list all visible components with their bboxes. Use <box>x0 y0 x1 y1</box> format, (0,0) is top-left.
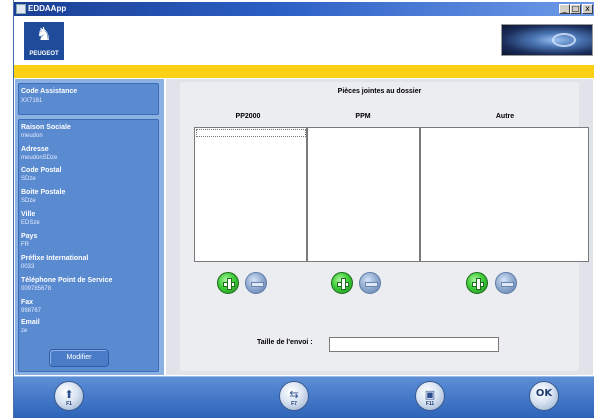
f11-label: F11 <box>425 401 435 407</box>
field-label: Téléphone Point de Service <box>21 277 113 284</box>
field-value: 0033 <box>21 264 35 270</box>
dealer-info-panel: Raison Sociale meudon Adresse meudonSDze… <box>18 119 159 372</box>
add-autre-button[interactable] <box>466 272 488 294</box>
f7-button[interactable]: ⇆ F7 <box>279 381 309 411</box>
content-area: Code Assistance XX7161 Raison Sociale me… <box>14 78 594 376</box>
field-label: Pays <box>21 233 38 240</box>
field-label: Préfixe International <box>21 255 89 262</box>
remove-autre-button[interactable] <box>495 272 517 294</box>
field-label: Code Postal <box>21 167 62 174</box>
field-label: Email <box>21 319 40 326</box>
ok-button[interactable]: OK <box>529 381 559 411</box>
accent-bar <box>14 65 594 78</box>
field-value: meudon <box>21 133 43 139</box>
document-swap-icon: ⇆ <box>289 388 299 401</box>
field-label: Adresse <box>21 146 49 153</box>
app-window: EDDAApp _ □ x ♞ PEUGEOT Code Assistance … <box>13 0 594 418</box>
f1-button[interactable]: ⬆ F1 <box>54 381 84 411</box>
sidebar: Code Assistance XX7161 Raison Sociale me… <box>15 79 164 375</box>
minimize-button[interactable]: _ <box>559 4 570 14</box>
field-value: ze <box>21 328 28 334</box>
title-bar[interactable]: EDDAApp _ □ x <box>14 2 594 16</box>
field-value: 009785678 <box>21 286 52 292</box>
code-assistance-value: XX7161 <box>21 98 43 104</box>
modify-button[interactable]: Modifier <box>49 349 109 367</box>
column-title-pp2000: PP2000 <box>235 113 261 120</box>
remove-ppm-button[interactable] <box>359 272 381 294</box>
header: ♞ PEUGEOT <box>14 17 594 65</box>
arrow-up-icon: ⬆ <box>64 388 74 401</box>
lion-icon: ♞ <box>35 24 53 45</box>
column-title-ppm: PPM <box>355 113 371 120</box>
swirl-graphic <box>552 33 576 47</box>
size-label: Taille de l'envoi : <box>257 339 313 346</box>
field-value: SDze <box>21 176 36 182</box>
close-button[interactable]: x <box>582 4 593 14</box>
f11-button[interactable]: ▣ F11 <box>415 381 445 411</box>
autre-list[interactable] <box>420 127 589 262</box>
field-label: Boite Postale <box>21 189 66 196</box>
f1-label: F1 <box>66 401 72 407</box>
logo-text: PEUGEOT <box>29 51 59 57</box>
remove-pp2000-button[interactable] <box>245 272 267 294</box>
field-label: Raison Sociale <box>21 124 71 131</box>
function-key-bar: ⬆ F1 ⇆ F7 ▣ F11 OK <box>14 376 594 418</box>
field-label: Fax <box>21 299 34 306</box>
code-assistance-panel: Code Assistance XX7161 <box>18 83 159 115</box>
peugeot-logo: ♞ PEUGEOT <box>24 22 64 60</box>
field-label: Ville <box>21 211 36 218</box>
code-assistance-label: Code Assistance <box>21 88 78 95</box>
ppm-list[interactable] <box>307 127 420 262</box>
size-field[interactable] <box>329 337 499 352</box>
maximize-button[interactable]: □ <box>570 4 581 14</box>
list-selection[interactable] <box>196 129 306 137</box>
field-value: FR <box>21 242 29 248</box>
window-title: EDDAApp <box>28 4 67 13</box>
field-value: meudonSDze <box>21 155 58 161</box>
attachments-title: Pièces jointes au dossier <box>337 88 422 95</box>
brand-banner-image <box>501 24 593 56</box>
ok-icon: OK <box>535 388 553 399</box>
monitor-icon: ▣ <box>424 388 436 401</box>
add-ppm-button[interactable] <box>331 272 353 294</box>
add-pp2000-button[interactable] <box>217 272 239 294</box>
field-value: EDSze <box>21 220 40 226</box>
field-value: 998767 <box>21 308 42 314</box>
f7-label: F7 <box>291 401 297 407</box>
field-value: SDze <box>21 198 36 204</box>
attachments-area: Pièces jointes au dossier PP2000 PPM Aut… <box>166 79 593 375</box>
app-icon <box>16 4 26 14</box>
pp2000-list[interactable] <box>194 127 307 262</box>
column-title-autre: Autre <box>495 113 515 120</box>
